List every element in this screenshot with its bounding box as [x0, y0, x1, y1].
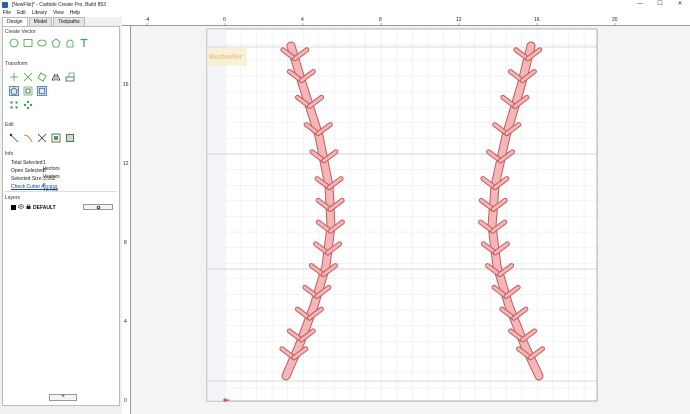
check-cutter-access-link[interactable]: Check Cutter Access [11, 184, 57, 190]
ellipse-tool-icon[interactable] [37, 38, 47, 48]
stock-edge [207, 29, 225, 401]
top-ruler-ticks [146, 23, 616, 26]
menu-help[interactable]: Help [67, 10, 83, 16]
text-tool-icon[interactable] [79, 38, 89, 48]
watermark-text: Bestseller [209, 54, 243, 61]
menu-view[interactable]: View [50, 10, 67, 16]
offset-icon[interactable] [23, 86, 33, 96]
mirror-icon[interactable] [51, 72, 61, 82]
lock-icon[interactable] [26, 204, 31, 211]
circular-array-icon[interactable] [23, 100, 33, 110]
boolean-icon[interactable] [51, 133, 61, 143]
window-controls: — ☐ ✕ [630, 0, 690, 9]
menu-file[interactable]: File [0, 10, 14, 16]
menu-edit[interactable]: Edit [14, 10, 29, 16]
grid [225, 29, 597, 401]
tab-toolpaths[interactable]: Toolpaths [53, 17, 85, 26]
left-panel: Design Model Toolpaths Create Vector Tra… [2, 17, 120, 412]
layer-settings-button[interactable] [83, 204, 113, 210]
section-layers: Layers [5, 195, 21, 201]
rectangle-tool-icon[interactable] [23, 38, 33, 48]
left-ruler-label: 0 [124, 398, 127, 404]
menu-library[interactable]: Library [29, 10, 50, 16]
layer-color-swatch[interactable] [11, 205, 16, 210]
top-ruler-label: 12 [456, 17, 462, 23]
tab-design[interactable]: Design [2, 17, 28, 26]
layer-row-default[interactable]: DEFAULT [11, 204, 117, 211]
gear-icon [96, 205, 100, 210]
scale-icon[interactable] [23, 72, 33, 82]
edit-tools [9, 133, 75, 143]
transform-tools-row-1 [9, 72, 75, 82]
open-selected-row: Open Selected: 0 Vectors [11, 168, 60, 180]
menu-bar: File Edit Library View Help [0, 9, 690, 17]
total-selected-label: Total Selected: [11, 160, 44, 166]
selected-size-row: Selected Size: 3.952 x 16.576 [11, 176, 58, 194]
left-ruler-label: 16 [123, 82, 129, 88]
join-icon[interactable] [9, 133, 19, 143]
curve-tool-icon[interactable] [65, 38, 75, 48]
section-create-vector: Create Vector [5, 29, 36, 35]
minimize-button[interactable]: — [630, 0, 650, 9]
node-edit-icon[interactable] [9, 86, 19, 96]
left-ruler-label: 12 [123, 161, 129, 167]
create-vector-tools [9, 38, 89, 48]
selected-size-label: Selected Size: [11, 176, 43, 182]
section-info: Info [5, 151, 14, 157]
title-bar: [NewFile]* - Carbide Create Pro, Build 8… [0, 0, 690, 9]
workspace-svg [206, 28, 598, 402]
section-edit: Edit [5, 122, 14, 128]
circle-tool-icon[interactable] [9, 38, 19, 48]
panel-tabs: Design Model Toolpaths [2, 17, 120, 26]
open-selected-label: Open Selected: [11, 168, 46, 174]
move-icon[interactable] [9, 72, 19, 82]
top-ruler-label: 16 [534, 17, 540, 23]
app-icon [2, 1, 8, 8]
array-icon[interactable] [9, 100, 19, 110]
section-divider [5, 191, 117, 192]
polygon-tool-icon[interactable] [51, 38, 61, 48]
close-button[interactable]: ✕ [670, 0, 690, 9]
total-selected-row: Total Selected: 1 Vectors [11, 160, 60, 172]
transform-tools-row-2 [9, 86, 47, 96]
top-ruler: -4 0 4 8 12 16 20 [122, 17, 690, 26]
maximize-button[interactable]: ☐ [650, 0, 670, 9]
top-ruler-label: 4 [301, 17, 304, 23]
top-ruler-label: 8 [379, 17, 382, 23]
left-ruler: 16 12 8 4 0 [122, 26, 131, 414]
trim-icon[interactable] [37, 133, 47, 143]
window-title: [NewFile]* - Carbide Create Pro, Build 8… [12, 1, 106, 8]
add-layer-button[interactable]: + [49, 394, 77, 401]
fillet-icon[interactable] [37, 86, 47, 96]
tab-model[interactable]: Model [28, 17, 53, 26]
left-ruler-label: 4 [124, 319, 127, 325]
top-ruler-label: 20 [612, 17, 618, 23]
left-ruler-label: 8 [124, 240, 127, 246]
section-transform: Transform [5, 61, 28, 67]
design-canvas[interactable]: Bestseller [131, 26, 690, 414]
top-ruler-label: -4 [145, 17, 150, 23]
design-panel: Create Vector Transform Edit Info Total … [2, 26, 120, 406]
eye-icon[interactable] [17, 204, 25, 211]
rotate-icon[interactable] [37, 72, 47, 82]
align-icon[interactable] [65, 72, 75, 82]
transform-tools-row-3 [9, 100, 33, 110]
top-ruler-label: 0 [223, 17, 226, 23]
boundary-icon[interactable] [65, 133, 75, 143]
layer-name: DEFAULT [33, 204, 56, 211]
join-curve-icon[interactable] [23, 133, 33, 143]
